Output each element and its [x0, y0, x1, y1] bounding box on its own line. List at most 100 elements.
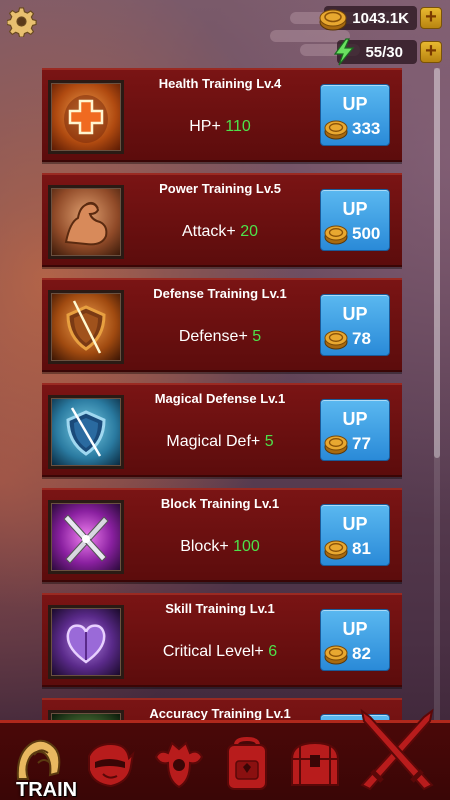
- training-title: Magical Defense Lv.1: [154, 391, 286, 406]
- training-title: Power Training Lv.5: [159, 181, 281, 196]
- training-icon-frame: [48, 605, 124, 679]
- cost-amount: 81: [352, 539, 371, 558]
- lightning-icon: [334, 38, 355, 66]
- stat-value: 6: [268, 643, 278, 660]
- upgrade-label: UP: [342, 199, 368, 219]
- training-icon-frame: [48, 185, 124, 259]
- upgrade-cost: 82: [323, 642, 389, 666]
- cost-amount: 500: [352, 224, 381, 243]
- upgrade-cost: 81: [323, 537, 389, 561]
- training-card-health: Health Training Lv.4 HP+ 110 UP 333: [42, 68, 402, 162]
- scrollbar-thumb[interactable]: [434, 68, 440, 458]
- shield-orange-icon: [66, 300, 106, 354]
- training-icon-frame: [48, 500, 124, 574]
- upgrade-button[interactable]: UP 78: [320, 294, 390, 356]
- nav-battle[interactable]: [352, 705, 442, 795]
- purple-heart-icon: [66, 624, 106, 664]
- training-title: Skill Training Lv.1: [165, 601, 275, 616]
- cost-amount: 333: [352, 119, 381, 138]
- upgrade-button[interactable]: UP 82: [320, 609, 390, 671]
- gold-coin-icon: [319, 9, 347, 31]
- cost-amount: 82: [352, 644, 371, 663]
- add-energy-button[interactable]: +: [420, 41, 442, 63]
- settings-button[interactable]: [6, 6, 38, 38]
- stat-label: Critical Level+: [162, 643, 264, 660]
- training-card-accuracy: Accuracy Training Lv.1 UP: [42, 698, 402, 720]
- stat-value: 5: [264, 433, 274, 450]
- training-card-power: Power Training Lv.5 Attack+ 20 UP 500: [42, 173, 402, 267]
- upgrade-button[interactable]: UP 500: [320, 189, 390, 251]
- gold-coin-icon: [324, 120, 348, 140]
- gold-coin-icon: [324, 645, 348, 665]
- training-icon-frame: [48, 395, 124, 469]
- gold-display: 1043.1K +: [319, 4, 442, 32]
- samurai-icon: [154, 741, 204, 789]
- training-stat: HP+ 110: [134, 118, 306, 136]
- upgrade-cost: 77: [323, 432, 389, 456]
- training-stat: Attack+ 20: [134, 223, 306, 241]
- energy-pill: 55/30: [334, 38, 417, 66]
- gold-amount: 1043.1K: [352, 9, 409, 27]
- energy-amount: 55/30: [365, 43, 403, 61]
- training-icon-frame: [48, 710, 124, 720]
- nav-samurai[interactable]: [144, 729, 214, 799]
- training-stat: Block+ 100: [134, 538, 306, 556]
- training-stat: Magical Def+ 5: [134, 433, 306, 451]
- crossed-swords-icon: [360, 708, 434, 791]
- nav-train-label: TRAIN: [16, 779, 78, 800]
- training-stat: Defense+ 5: [134, 328, 306, 346]
- cost-amount: 78: [352, 329, 371, 348]
- upgrade-label: UP: [342, 94, 368, 114]
- flexed-arm-icon: [64, 201, 108, 246]
- crossed-blades-icon: [63, 514, 109, 564]
- training-icon-frame: [48, 290, 124, 364]
- upgrade-cost: 78: [323, 327, 389, 351]
- training-stat: Critical Level+ 6: [134, 643, 306, 661]
- upgrade-button[interactable]: UP 81: [320, 504, 390, 566]
- gear-icon: [7, 7, 37, 37]
- upgrade-button[interactable]: UP 333: [320, 84, 390, 146]
- upgrade-label: UP: [342, 409, 368, 429]
- gold-coin-icon: [324, 225, 348, 245]
- training-card-block: Block Training Lv.1 Block+ 100 UP 81: [42, 488, 402, 582]
- training-list[interactable]: Health Training Lv.4 HP+ 110 UP 333 Powe…: [42, 68, 402, 720]
- shield-blue-icon: [66, 407, 106, 457]
- gold-coin-icon: [324, 435, 348, 455]
- upgrade-button[interactable]: UP 77: [320, 399, 390, 461]
- training-card-skill: Skill Training Lv.1 Critical Level+ 6 UP…: [42, 593, 402, 687]
- cost-amount: 77: [352, 434, 371, 453]
- stat-label: HP+: [189, 118, 221, 135]
- stat-value: 20: [240, 223, 259, 240]
- chest-icon: [290, 741, 340, 786]
- add-gold-button[interactable]: +: [420, 7, 442, 29]
- stat-value: 5: [252, 328, 262, 345]
- upgrade-cost: 500: [323, 222, 389, 246]
- stat-label: Block+: [180, 538, 229, 555]
- training-title: Defense Training Lv.1: [153, 286, 287, 301]
- upgrade-label: UP: [342, 304, 368, 324]
- stat-label: Magical Def+: [166, 433, 261, 450]
- ninja-icon: [88, 742, 135, 788]
- training-card-defense: Defense Training Lv.1 Defense+ 5 UP 78: [42, 278, 402, 372]
- nav-ninja[interactable]: [74, 729, 144, 799]
- training-title: Accuracy Training Lv.1: [149, 706, 291, 720]
- gold-pill: 1043.1K: [319, 6, 417, 31]
- energy-display: 55/30 +: [334, 38, 442, 66]
- health-cross-icon: [64, 95, 108, 143]
- nav-chest[interactable]: [280, 729, 350, 799]
- stat-label: Defense+: [178, 328, 248, 345]
- nav-train[interactable]: TRAIN: [6, 729, 78, 800]
- gold-coin-icon: [324, 540, 348, 560]
- upgrade-label: UP: [342, 514, 368, 534]
- training-title: Health Training Lv.4: [158, 76, 282, 91]
- gold-coin-icon: [324, 330, 348, 350]
- backpack-icon: [227, 736, 267, 790]
- bottom-nav: TRAIN: [0, 708, 450, 800]
- upgrade-label: UP: [342, 619, 368, 639]
- stat-value: 110: [225, 118, 251, 135]
- training-title: Block Training Lv.1: [160, 496, 280, 511]
- nav-backpack[interactable]: [212, 729, 282, 799]
- training-icon-frame: [48, 80, 124, 154]
- upgrade-cost: 333: [323, 117, 389, 141]
- stat-value: 100: [233, 538, 260, 555]
